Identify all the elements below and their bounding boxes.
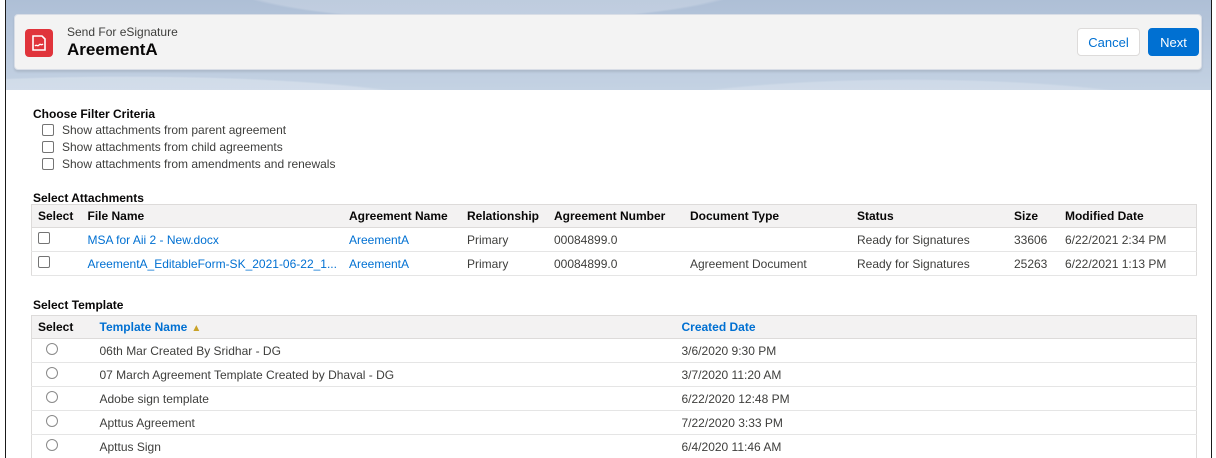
created-date-cell: 6/22/2020 12:48 PM [675,386,1197,411]
filter-amendments-option[interactable]: Show attachments from amendments and ren… [42,157,335,171]
row-select-cell [31,434,94,458]
document-type-cell [683,227,851,252]
row-select-cell [31,251,82,276]
attachments-table: Select File Name Agreement Name Relation… [31,204,1197,276]
select-attachments-title: Select Attachments [33,191,144,205]
template-radio[interactable] [46,367,58,379]
row-checkbox[interactable] [38,256,50,268]
table-header-row: Select Template Name ▲ Created Date [31,315,1197,339]
table-row: AreementA_EditableForm-SK_2021-06-22_1..… [31,251,1197,276]
column-header: File Name [81,204,343,228]
status-cell: Ready for Signatures [850,227,1008,252]
template-name-cell: 07 March Agreement Template Created by D… [93,362,676,387]
page-header: Send For eSignature AreementA Cancel Nex… [14,14,1202,70]
created-date-column-header[interactable]: Created Date [675,315,1197,339]
column-header: Select [31,315,94,339]
template-name-cell: Adobe sign template [93,386,676,411]
filter-parent-label: Show attachments from parent agreement [62,123,287,137]
page-subtitle: Send For eSignature [67,25,178,39]
template-name-cell: Apttus Sign [93,434,676,458]
table-header-row: Select File Name Agreement Name Relation… [31,204,1197,228]
table-row: MSA for Aii 2 - New.docx AreementA Prima… [31,227,1197,252]
template-name-header-label[interactable]: Template Name [100,320,188,334]
main-content: Choose Filter Criteria Show attachments … [6,90,1211,458]
relationship-cell: Primary [460,251,548,276]
row-select-cell [31,338,94,363]
created-date-cell: 7/22/2020 3:33 PM [675,410,1197,435]
esignature-icon [25,29,53,57]
template-radio[interactable] [46,415,58,427]
document-type-cell: Agreement Document [683,251,851,276]
row-select-cell [31,227,82,252]
agreement-name-link[interactable]: AreementA [342,251,461,276]
row-select-cell [31,362,94,387]
table-row: Adobe sign template 6/22/2020 12:48 PM [31,386,1197,411]
created-date-cell: 6/4/2020 11:46 AM [675,434,1197,458]
filter-parent-checkbox[interactable] [42,124,54,136]
created-date-cell: 3/7/2020 11:20 AM [675,362,1197,387]
filter-parent-option[interactable]: Show attachments from parent agreement [42,123,286,137]
page-title: AreementA [67,40,158,59]
column-header: Relationship [460,204,548,228]
column-header: Select [31,204,82,228]
modified-date-cell: 6/22/2021 1:13 PM [1058,251,1197,276]
template-radio[interactable] [46,439,58,451]
column-header: Size [1007,204,1059,228]
created-date-cell: 3/6/2020 9:30 PM [675,338,1197,363]
file-name-link[interactable]: AreementA_EditableForm-SK_2021-06-22_1..… [81,251,343,276]
cancel-button[interactable]: Cancel [1077,28,1140,56]
agreement-number-cell: 00084899.0 [547,251,684,276]
filter-child-option[interactable]: Show attachments from child agreements [42,140,283,154]
sort-ascending-icon[interactable]: ▲ [191,323,201,334]
row-select-cell [31,386,94,411]
size-cell: 25263 [1007,251,1059,276]
column-header: Agreement Name [342,204,461,228]
size-cell: 33606 [1007,227,1059,252]
relationship-cell: Primary [460,227,548,252]
filter-amendments-checkbox[interactable] [42,158,54,170]
next-button[interactable]: Next [1148,28,1199,56]
modified-date-cell: 6/22/2021 2:34 PM [1058,227,1197,252]
file-name-link[interactable]: MSA for Aii 2 - New.docx [81,227,343,252]
template-name-cell: 06th Mar Created By Sridhar - DG [93,338,676,363]
status-cell: Ready for Signatures [850,251,1008,276]
table-row: 06th Mar Created By Sridhar - DG 3/6/202… [31,338,1197,363]
agreement-number-cell: 00084899.0 [547,227,684,252]
column-header: Modified Date [1058,204,1197,228]
column-header: Agreement Number [547,204,684,228]
filter-criteria-title: Choose Filter Criteria [33,107,156,121]
column-header: Document Type [683,204,851,228]
agreement-name-link[interactable]: AreementA [342,227,461,252]
templates-table: Select Template Name ▲ Created Date 06th … [31,315,1197,458]
column-header: Status [850,204,1008,228]
filter-child-checkbox[interactable] [42,141,54,153]
template-radio[interactable] [46,343,58,355]
row-checkbox[interactable] [38,232,50,244]
select-template-title: Select Template [33,298,124,312]
filter-amendments-label: Show attachments from amendments and ren… [62,157,336,171]
row-select-cell [31,410,94,435]
table-row: Apttus Sign 6/4/2020 11:46 AM [31,434,1197,458]
table-row: 07 March Agreement Template Created by D… [31,362,1197,387]
template-name-column-header[interactable]: Template Name ▲ [93,315,676,339]
created-date-header-label[interactable]: Created Date [682,320,756,334]
template-name-cell: Apttus Agreement [93,410,676,435]
template-radio[interactable] [46,391,58,403]
filter-child-label: Show attachments from child agreements [62,140,283,154]
table-row: Apttus Agreement 7/22/2020 3:33 PM [31,410,1197,435]
